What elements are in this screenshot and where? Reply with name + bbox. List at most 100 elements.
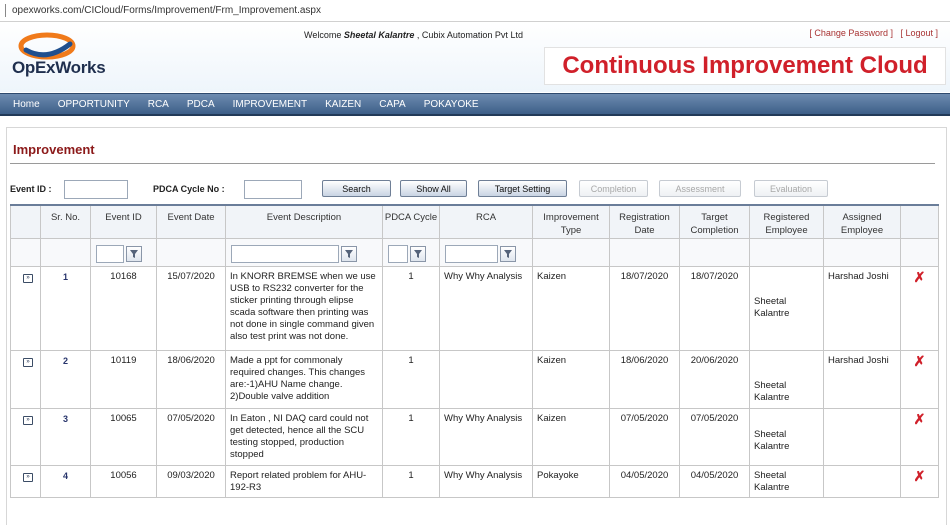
col-event-description[interactable]: Event Description xyxy=(225,204,383,239)
delete-icon[interactable]: ✗ xyxy=(914,411,926,427)
expand-icon[interactable]: » xyxy=(23,472,33,482)
sr-no-link[interactable]: 2 xyxy=(63,356,68,366)
nav-home[interactable]: Home xyxy=(13,99,40,110)
nav-opportunity[interactable]: OPPORTUNITY xyxy=(58,99,130,110)
col-registered-employee[interactable]: Registered Employee xyxy=(749,204,824,239)
pdca-cycle-cell: 1 xyxy=(382,407,440,466)
change-password-link[interactable]: [ Change Password ] xyxy=(809,28,893,38)
main-nav: Home OPPORTUNITY RCA PDCA IMPROVEMENT KA… xyxy=(0,93,950,116)
filter-icon[interactable] xyxy=(500,246,516,262)
logout-link[interactable]: [ Logout ] xyxy=(900,28,938,38)
event-description-cell: Report related problem for AHU-192-R3 xyxy=(225,464,383,498)
improvement-type-cell: Kaizen xyxy=(532,349,610,409)
filter-row xyxy=(10,237,939,267)
table-row[interactable]: » 3 10065 07/05/2020 In Eaton , NI DAQ c… xyxy=(10,407,939,466)
sr-no-link[interactable]: 3 xyxy=(63,414,68,424)
show-all-button[interactable]: Show All xyxy=(400,180,467,197)
event-description-filter-input[interactable] xyxy=(231,245,339,263)
rca-cell: Why Why Analysis xyxy=(439,265,533,351)
assessment-button[interactable]: Assessment xyxy=(659,180,741,197)
table-row[interactable]: » 1 10168 15/07/2020 In KNORR BREMSE whe… xyxy=(10,265,939,351)
company-name: , Cubix Automation Pvt Ltd xyxy=(414,30,523,40)
pdca-cycle-cell: 1 xyxy=(382,349,440,409)
delete-icon[interactable]: ✗ xyxy=(914,269,926,285)
target-setting-button[interactable]: Target Setting xyxy=(478,180,567,197)
user-name: Sheetal Kalantre xyxy=(343,30,415,40)
sr-no-link[interactable]: 1 xyxy=(63,272,68,282)
nav-improvement[interactable]: IMPROVEMENT xyxy=(233,99,307,110)
event-description-cell: In KNORR BREMSE when we use USB to RS232… xyxy=(225,265,383,351)
registered-employee-cell: Sheetal Kalantre xyxy=(749,349,824,409)
col-event-date[interactable]: Event Date xyxy=(156,204,226,239)
improvement-type-cell: Kaizen xyxy=(532,265,610,351)
evaluation-button[interactable]: Evaluation xyxy=(754,180,828,197)
assigned-employee-cell xyxy=(823,407,901,466)
event-id-cell: 10065 xyxy=(90,407,157,466)
nav-rca[interactable]: RCA xyxy=(148,99,169,110)
grid-header-row: Sr. No. Event ID Event Date Event Descri… xyxy=(10,204,939,239)
rca-cell: Why Why Analysis xyxy=(439,407,533,466)
banner: Continuous Improvement Cloud xyxy=(544,47,946,85)
registration-date-cell: 18/06/2020 xyxy=(609,349,680,409)
rca-cell: Why Why Analysis xyxy=(439,464,533,498)
col-pdca-cycle[interactable]: PDCA Cycle xyxy=(382,204,440,239)
title-divider xyxy=(10,163,935,164)
pdca-cycle-input[interactable] xyxy=(244,180,302,199)
nav-capa[interactable]: CAPA xyxy=(379,99,406,110)
assigned-employee-cell: Harshad Joshi xyxy=(823,349,901,409)
sr-no-link[interactable]: 4 xyxy=(63,471,68,481)
content-panel: Improvement Event ID : PDCA Cycle No : S… xyxy=(6,127,947,525)
address-bar[interactable]: opexworks.com/CICloud/Forms/Improvement/… xyxy=(0,0,950,22)
target-completion-cell: 04/05/2020 xyxy=(679,464,750,498)
assigned-employee-cell xyxy=(823,464,901,498)
col-target-completion[interactable]: Target Completion xyxy=(679,204,750,239)
col-sr-no[interactable]: Sr. No. xyxy=(40,204,91,239)
delete-icon[interactable]: ✗ xyxy=(914,468,926,484)
col-delete-header xyxy=(900,204,939,239)
event-id-label: Event ID : xyxy=(10,184,52,194)
filter-icon[interactable] xyxy=(126,246,142,262)
expand-icon[interactable]: » xyxy=(23,415,33,425)
nav-kaizen[interactable]: KAIZEN xyxy=(325,99,361,110)
event-description-cell: Made a ppt for commonaly required change… xyxy=(225,349,383,409)
account-links: [ Change Password ] [ Logout ] xyxy=(809,28,938,38)
filter-icon[interactable] xyxy=(410,246,426,262)
event-id-cell: 10056 xyxy=(90,464,157,498)
nav-pdca[interactable]: PDCA xyxy=(187,99,215,110)
target-completion-cell: 07/05/2020 xyxy=(679,407,750,466)
registered-employee-cell: Sheetal Kalantre xyxy=(749,265,824,351)
target-completion-cell: 20/06/2020 xyxy=(679,349,750,409)
event-id-cell: 10168 xyxy=(90,265,157,351)
filter-icon[interactable] xyxy=(341,246,357,262)
logo-text: OpExWorks xyxy=(12,58,106,77)
registered-employee-cell: Sheetal Kalantre xyxy=(749,464,824,498)
event-id-filter-input[interactable] xyxy=(96,245,124,263)
col-assigned-employee[interactable]: Assigned Employee xyxy=(823,204,901,239)
registration-date-cell: 07/05/2020 xyxy=(609,407,680,466)
col-expand-header xyxy=(10,204,41,239)
pdca-cycle-cell: 1 xyxy=(382,464,440,498)
event-id-cell: 10119 xyxy=(90,349,157,409)
pdca-cycle-filter-input[interactable] xyxy=(388,245,408,263)
delete-icon[interactable]: ✗ xyxy=(914,353,926,369)
nav-pokayoke[interactable]: POKAYOKE xyxy=(424,99,479,110)
expand-icon[interactable]: » xyxy=(23,273,33,283)
col-rca[interactable]: RCA xyxy=(439,204,533,239)
rca-cell xyxy=(439,349,533,409)
improvement-type-cell: Pokayoke xyxy=(532,464,610,498)
col-registration-date[interactable]: Registration Date xyxy=(609,204,680,239)
page-title: Improvement xyxy=(13,142,95,157)
col-improvement-type[interactable]: Improvement Type xyxy=(532,204,610,239)
col-event-id[interactable]: Event ID xyxy=(90,204,157,239)
registration-date-cell: 04/05/2020 xyxy=(609,464,680,498)
expand-icon[interactable]: » xyxy=(23,357,33,367)
address-url[interactable]: opexworks.com/CICloud/Forms/Improvement/… xyxy=(12,5,321,16)
rca-filter-input[interactable] xyxy=(445,245,498,263)
completion-button[interactable]: Completion xyxy=(579,180,648,197)
table-row[interactable]: » 2 10119 18/06/2020 Made a ppt for comm… xyxy=(10,349,939,409)
event-id-input[interactable] xyxy=(64,180,128,199)
target-completion-cell: 18/07/2020 xyxy=(679,265,750,351)
improvement-type-cell: Kaizen xyxy=(532,407,610,466)
search-button[interactable]: Search xyxy=(322,180,391,197)
table-row[interactable]: » 4 10056 09/03/2020 Report related prob… xyxy=(10,464,939,498)
